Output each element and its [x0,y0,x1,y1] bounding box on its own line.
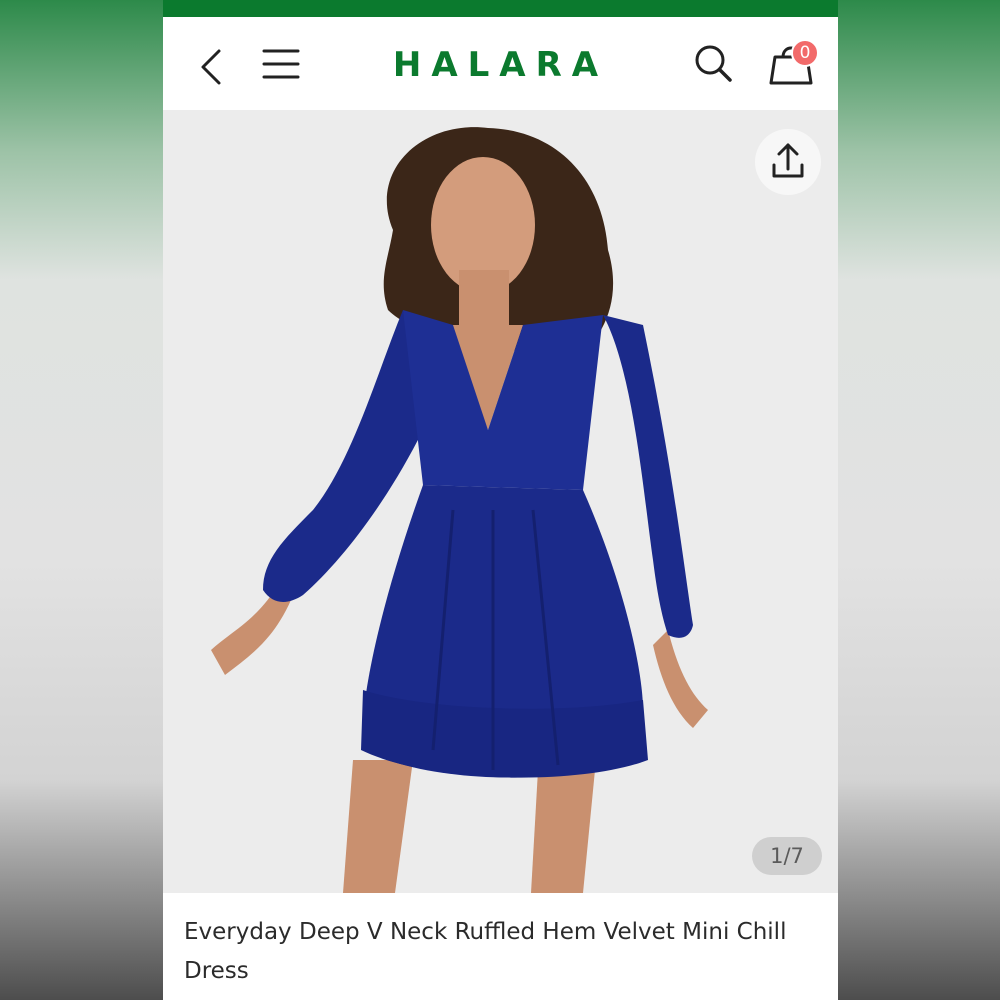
brand-logo[interactable]: HALARA [163,45,838,85]
right-background-margin [838,0,1000,1000]
status-strip [163,0,838,17]
cart-count-badge: 0 [791,39,819,67]
left-background-margin [0,0,163,1000]
product-image-gallery[interactable]: 1/7 [163,110,838,893]
app-screen: HALARA 0 1/7 Everyday Deep V Neck Ruffle… [163,0,838,1000]
share-upload-icon [772,143,804,178]
product-info: Everyday Deep V Neck Ruffled Hem Velvet … [163,893,838,1000]
header: HALARA 0 [163,17,838,110]
product-photo [163,110,838,893]
product-title: Everyday Deep V Neck Ruffled Hem Velvet … [184,919,787,984]
search-icon[interactable] [693,43,733,83]
share-button[interactable] [755,129,821,195]
image-counter: 1/7 [752,837,822,875]
